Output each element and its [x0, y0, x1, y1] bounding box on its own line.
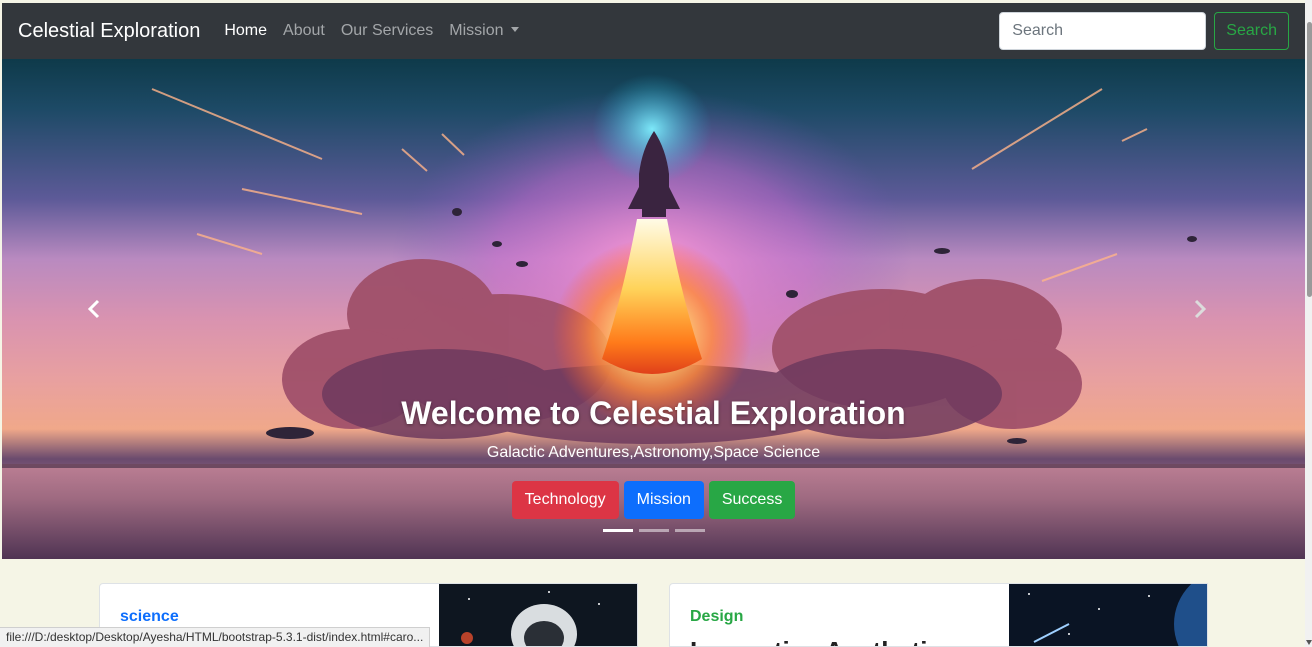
brand-logo-text[interactable]: Celestial Exploration: [18, 20, 200, 43]
scroll-down-arrow-icon[interactable]: [1306, 640, 1312, 645]
carousel-indicator-3[interactable]: [674, 529, 705, 532]
hero-buttons: Technology Mission Success: [2, 481, 1305, 519]
hero-carousel: Welcome to Celestial Exploration Galacti…: [2, 59, 1305, 559]
nav-link-home[interactable]: Home: [216, 14, 275, 48]
card-category-design: Design: [690, 608, 744, 625]
chevron-left-icon: [87, 299, 100, 319]
card-category-science: science: [120, 608, 179, 625]
search-button[interactable]: Search: [1214, 12, 1289, 50]
carousel-indicators: [2, 529, 1305, 532]
hero-title: Welcome to Celestial Exploration: [401, 395, 906, 431]
carousel-indicator-1[interactable]: [602, 529, 633, 532]
chevron-down-icon: [510, 27, 519, 32]
carousel-indicator-2[interactable]: [638, 529, 669, 532]
design-card: Design Innovative Aesthetics: [669, 583, 1208, 647]
technology-button[interactable]: Technology: [511, 481, 619, 519]
search-form: Search: [999, 12, 1289, 50]
search-input[interactable]: [999, 12, 1207, 50]
success-button[interactable]: Success: [708, 481, 796, 519]
page-scrollbar[interactable]: [1305, 0, 1312, 647]
scrollbar-thumb[interactable]: [1307, 22, 1312, 297]
chevron-right-icon: [1194, 299, 1207, 319]
nav-link-our-services[interactable]: Our Services: [333, 14, 441, 48]
card-image-astronaut: [439, 584, 637, 646]
nav-dropdown-mission[interactable]: Mission: [441, 14, 526, 48]
nav-links: Home About Our Services Mission: [216, 14, 526, 48]
card-heading-design: Innovative Aesthetics: [690, 636, 956, 646]
card-image-space: [1009, 584, 1207, 646]
mission-button[interactable]: Mission: [623, 481, 704, 519]
browser-status-url: file:///D:/desktop/Desktop/Ayesha/HTML/b…: [0, 627, 431, 647]
hero-subtitle: Galactic Adventures,Astronomy,Space Scie…: [486, 444, 821, 461]
navbar: Celestial Exploration Home About Our Ser…: [2, 3, 1305, 59]
nav-link-about[interactable]: About: [275, 14, 333, 48]
carousel-prev-button[interactable]: [86, 299, 116, 329]
carousel-next-button[interactable]: [1192, 299, 1222, 329]
nav-link-mission-label: Mission: [449, 22, 504, 39]
